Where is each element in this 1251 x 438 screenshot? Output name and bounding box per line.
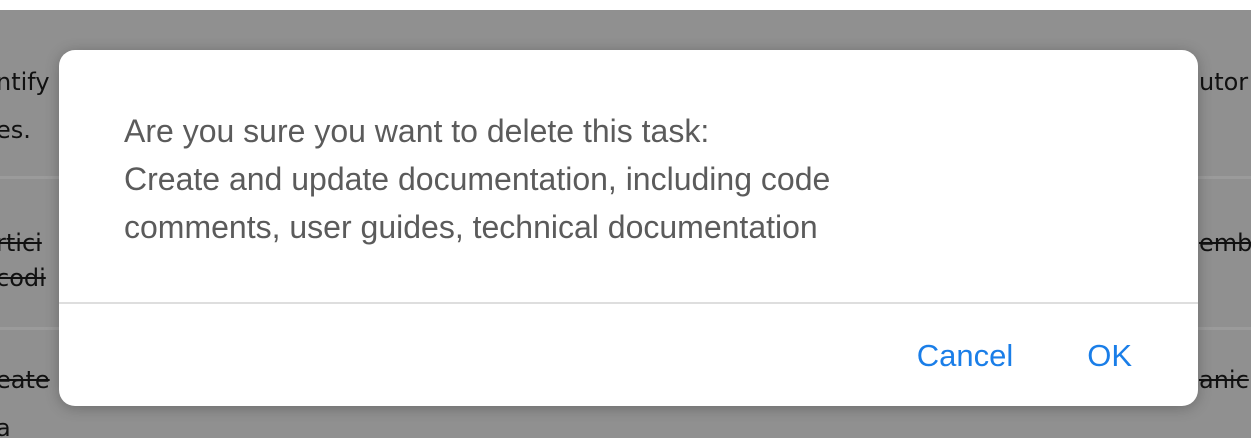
background-task-text: es. <box>0 116 31 144</box>
background-task-text: emb <box>1199 229 1251 257</box>
background-task-text: ntify <box>0 68 50 96</box>
top-band <box>0 0 1251 10</box>
background-task-text: eate <box>0 366 50 394</box>
background-task-text: a <box>0 414 11 438</box>
app-viewport: ntify utor es. rtici emb codi eate anic … <box>0 0 1251 438</box>
dialog-message-line: Create and update documentation, includi… <box>124 161 831 197</box>
dialog-divider <box>59 302 1198 304</box>
dialog-message-line: Are you sure you want to delete this tas… <box>124 113 710 149</box>
dialog-message-line: comments, user guides, technical documen… <box>124 209 818 245</box>
background-task-text: anic <box>1199 366 1249 394</box>
dialog-actions: Cancel OK <box>917 334 1132 378</box>
dialog-message: Are you sure you want to delete this tas… <box>124 107 1124 251</box>
background-task-text: utor <box>1199 68 1249 96</box>
background-task-text: rtici <box>0 229 42 257</box>
background-task-text: codi <box>0 264 46 292</box>
delete-confirmation-dialog: Are you sure you want to delete this tas… <box>59 50 1198 406</box>
cancel-button[interactable]: Cancel <box>917 334 1014 378</box>
ok-button[interactable]: OK <box>1087 334 1132 378</box>
